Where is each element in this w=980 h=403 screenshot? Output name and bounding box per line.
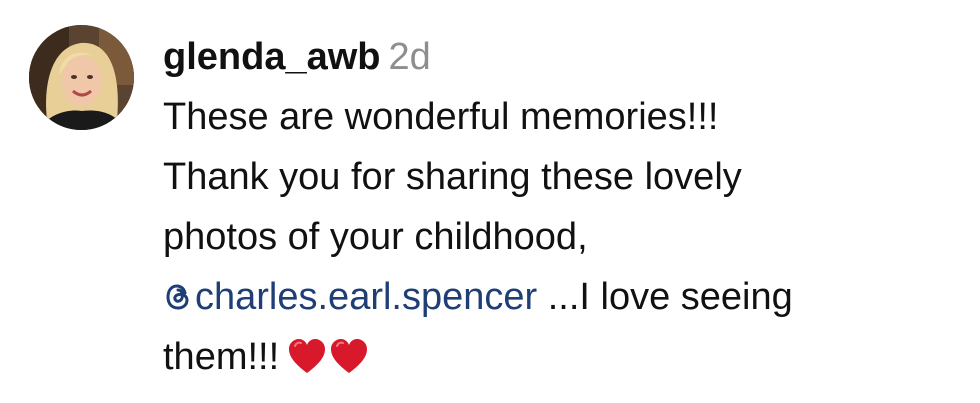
username[interactable]: glenda_awb: [163, 36, 381, 78]
avatar-photo: [29, 25, 134, 130]
comment-header: glenda_awb 2d: [163, 34, 963, 80]
heart-icon: [331, 339, 368, 373]
emoji-group: [287, 333, 371, 393]
comment-line-1: These are wonderful memories!!!: [163, 96, 719, 138]
heart-icon: [289, 339, 326, 373]
comment: glenda_awb 2d These are wonderful memorie…: [0, 0, 980, 403]
comment-line-2: Thank you for sharing these lovely: [163, 156, 742, 198]
timestamp: 2d: [388, 36, 431, 78]
comment-last-text: them!!!: [163, 336, 280, 378]
comment-text: These are wonderful memories!!! Thank yo…: [163, 87, 963, 387]
mention-username: charles.earl.spencer: [195, 276, 538, 318]
avatar[interactable]: [29, 25, 134, 130]
comment-line-4: charles.earl.spencer ...I love seeing: [163, 267, 963, 327]
comment-line-5: them!!!: [163, 327, 963, 387]
mention-link[interactable]: charles.earl.spencer: [163, 276, 537, 318]
comment-text-after-mention: ...I love seeing: [537, 276, 793, 318]
comment-body: glenda_awb 2d These are wonderful memorie…: [163, 34, 963, 387]
threads-icon: [166, 284, 189, 310]
comment-line-3: photos of your childhood,: [163, 216, 588, 258]
